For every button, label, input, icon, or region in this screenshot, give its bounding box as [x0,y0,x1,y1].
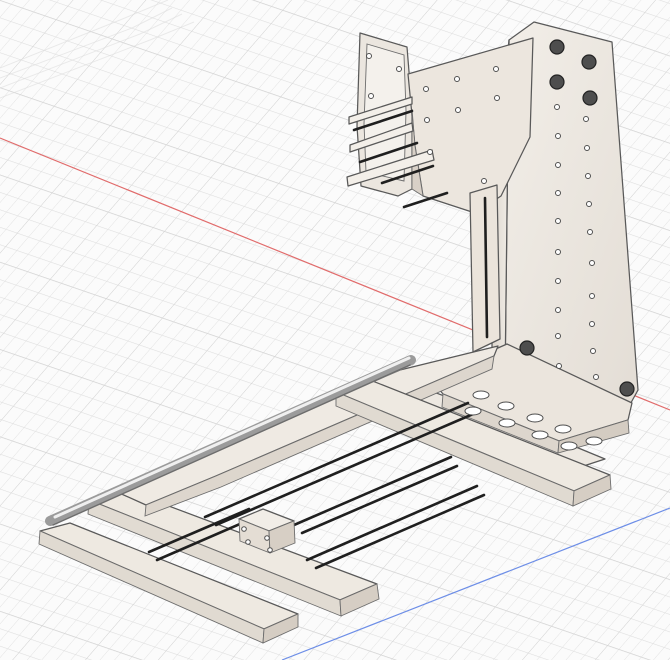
hole-icon [423,86,429,92]
hole-icon [554,104,560,110]
hole-icon [264,535,270,541]
hole-icon [427,149,433,155]
hole-icon [366,53,372,59]
hole-icon [555,307,561,313]
hole-icon [241,526,247,532]
hole-icon [560,441,578,451]
hole-icon [464,406,482,416]
hole-icon [583,116,589,122]
hole-icon [590,348,596,354]
hole-icon [245,539,251,545]
hole-icon [555,333,561,339]
hole-icon [526,413,544,423]
bolt-icon [619,381,635,397]
bolt-icon [549,39,565,55]
hole-icon [554,424,572,434]
hole-icon [494,95,500,101]
cad-viewport[interactable] [0,0,670,660]
hole-icon [555,162,561,168]
hole-icon [586,201,592,207]
hole-icon [481,178,487,184]
hole-icon [498,418,516,428]
bolt-icon [582,90,598,106]
bolt-icon [519,340,535,356]
hole-icon [585,173,591,179]
hole-icon [424,117,430,123]
hole-icon [593,374,599,380]
hole-icon [556,363,562,369]
hole-icon [267,547,273,553]
bolt-icon [581,54,597,70]
hole-icon [584,145,590,151]
hole-icon [493,66,499,72]
hole-icon [368,93,374,99]
hole-icon [531,430,549,440]
hole-icon [555,249,561,255]
hole-icon [555,133,561,139]
hole-icon [587,229,593,235]
hole-icon [589,321,595,327]
hole-icon [589,293,595,299]
hole-icon [454,76,460,82]
hole-icon [555,218,561,224]
hole-icon [455,107,461,113]
3d-scene [0,0,670,660]
hole-icon [589,260,595,266]
hole-icon [555,190,561,196]
hole-icon [585,436,603,446]
hole-icon [497,401,515,411]
hole-icon [472,390,490,400]
hole-icon [555,278,561,284]
bolt-icon [549,74,565,90]
hole-icon [396,66,402,72]
